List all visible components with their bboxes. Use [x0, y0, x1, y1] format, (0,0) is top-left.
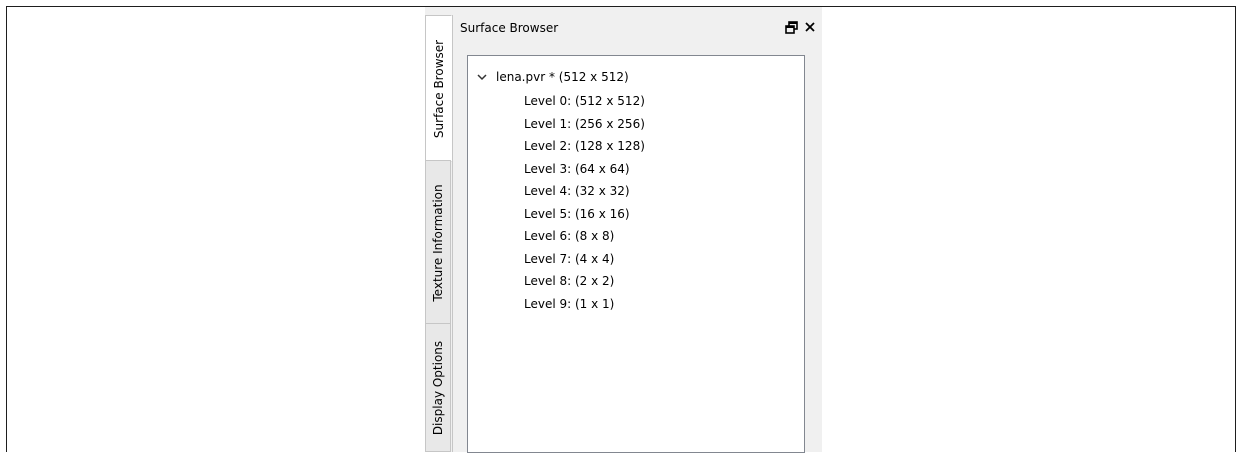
- tab-surface-browser-label: Surface Browser: [431, 39, 446, 138]
- tree-level-item[interactable]: Level 6: (8 x 8): [524, 225, 645, 248]
- tab-surface-browser[interactable]: Surface Browser: [425, 15, 452, 162]
- tree-level-item[interactable]: Level 0: (512 x 512): [524, 90, 645, 113]
- tree-level-item[interactable]: Level 4: (32 x 32): [524, 180, 645, 203]
- mip-level-list: Level 0: (512 x 512) Level 1: (256 x 256)…: [524, 90, 645, 315]
- surface-browser-panel: Surface Browser lena.pvr * (512 x 512) L…: [452, 15, 822, 453]
- tab-display-options-label: Display Options: [431, 340, 445, 435]
- chevron-down-icon[interactable]: [477, 72, 487, 82]
- tree-level-item[interactable]: Level 2: (128 x 128): [524, 135, 645, 158]
- vertical-tab-bar: Surface Browser Texture Information Disp…: [425, 15, 452, 452]
- float-window-button[interactable]: [785, 19, 799, 35]
- tree-level-item[interactable]: Level 3: (64 x 64): [524, 158, 645, 181]
- tree-level-item[interactable]: Level 1: (256 x 256): [524, 113, 645, 136]
- tree-level-item[interactable]: Level 8: (2 x 2): [524, 270, 645, 293]
- panel-title: Surface Browser: [460, 21, 559, 35]
- close-icon: [805, 22, 815, 32]
- tree-level-item[interactable]: Level 5: (16 x 16): [524, 203, 645, 226]
- tree-root-item[interactable]: lena.pvr * (512 x 512): [477, 68, 629, 86]
- tab-display-options[interactable]: Display Options: [425, 323, 451, 452]
- tree-level-item[interactable]: Level 7: (4 x 4): [524, 248, 645, 271]
- tree-level-item[interactable]: Level 9: (1 x 1): [524, 293, 645, 316]
- float-window-icon: [785, 21, 798, 34]
- tab-texture-information-label: Texture Information: [431, 183, 445, 302]
- tab-texture-information[interactable]: Texture Information: [425, 160, 451, 325]
- surface-tree-view[interactable]: lena.pvr * (512 x 512) Level 0: (512 x 5…: [467, 55, 805, 453]
- surface-dock: Surface Browser Texture Information Disp…: [425, 7, 822, 453]
- tree-root-label: lena.pvr * (512 x 512): [496, 70, 629, 84]
- close-panel-button[interactable]: [803, 19, 817, 35]
